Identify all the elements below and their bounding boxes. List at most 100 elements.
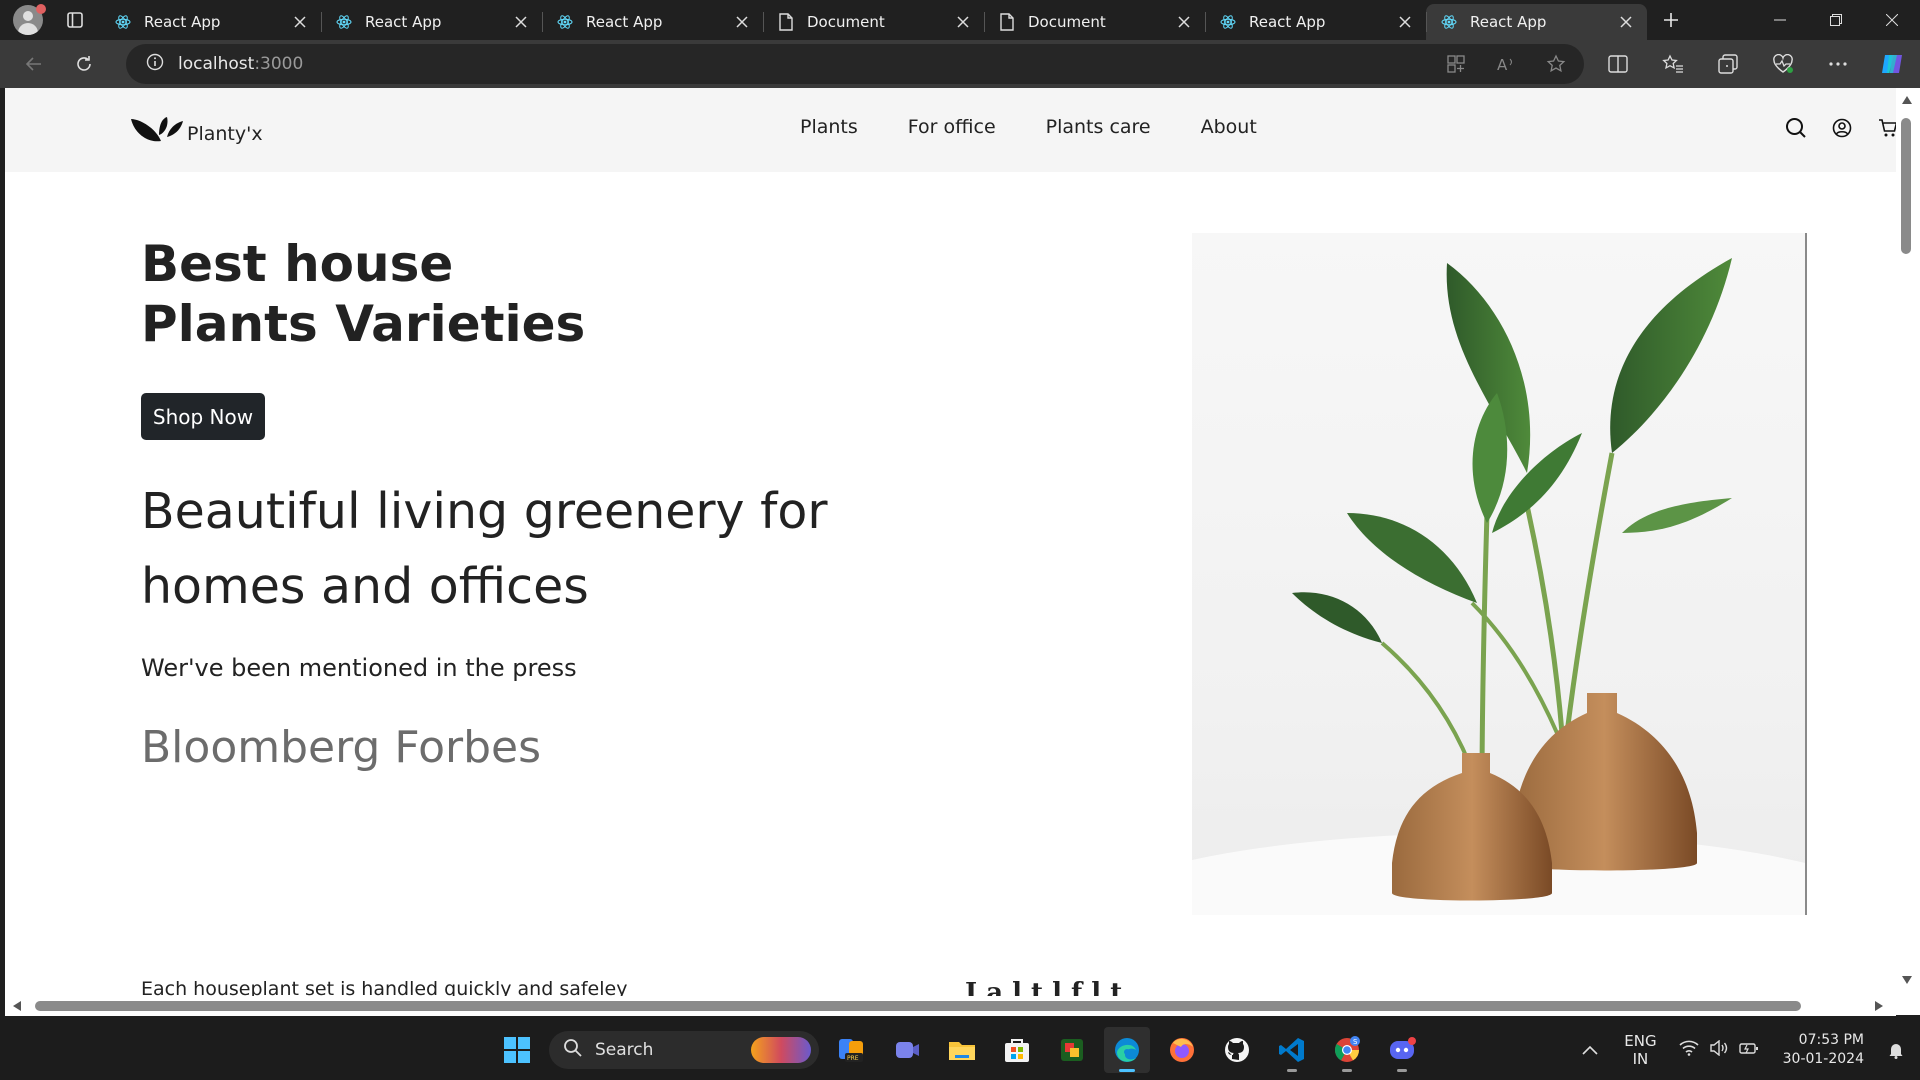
close-window-button[interactable]	[1864, 0, 1920, 40]
header-icons	[1784, 116, 1900, 140]
close-tab-icon[interactable]	[1396, 13, 1414, 31]
account-icon[interactable]	[1830, 116, 1854, 140]
shop-now-button[interactable]: Shop Now	[141, 393, 265, 440]
taskbar-search[interactable]: Search	[549, 1031, 819, 1069]
wifi-icon	[1679, 1040, 1699, 1060]
minimize-button[interactable]	[1752, 0, 1808, 40]
site-header: Planty'x Plants For office Plants care A…	[5, 88, 1900, 172]
browser-tab[interactable]: React App	[1426, 4, 1647, 40]
search-icon	[563, 1038, 583, 1062]
notification-bell-icon[interactable]	[1878, 1041, 1914, 1059]
close-tab-icon[interactable]	[733, 13, 751, 31]
press-names: Bloomberg Forbes	[141, 722, 542, 773]
url-text[interactable]: localhost:3000	[178, 54, 303, 74]
nav-link-plants[interactable]: Plants	[800, 116, 858, 138]
browser-tab[interactable]: React App	[100, 4, 321, 40]
favorites-icon[interactable]	[1645, 40, 1700, 88]
search-highlight-art	[751, 1037, 811, 1063]
tab-title: React App	[1249, 13, 1326, 31]
camtasia-icon[interactable]	[1049, 1027, 1095, 1073]
browser-essentials-icon[interactable]	[1755, 40, 1810, 88]
close-tab-icon[interactable]	[1617, 13, 1635, 31]
language-indicator[interactable]: ENG IN	[1624, 1032, 1656, 1068]
copilot-icon[interactable]	[1865, 40, 1920, 88]
language-code: ENG	[1624, 1032, 1657, 1050]
browser-tab[interactable]: Document	[984, 4, 1205, 40]
tab-strip: React App React App React App Document Docum…	[100, 0, 1647, 40]
main-nav: Plants For office Plants care About	[800, 116, 1257, 138]
split-screen-icon[interactable]	[1590, 40, 1645, 88]
tab-title: React App	[586, 13, 663, 31]
app-available-icon[interactable]	[1438, 46, 1474, 82]
hero-title-line2: Plants Varieties	[141, 295, 586, 353]
back-button[interactable]	[14, 44, 54, 84]
refresh-button[interactable]	[64, 44, 104, 84]
collections-icon[interactable]	[1700, 40, 1755, 88]
nav-link-plants-care[interactable]: Plants care	[1046, 116, 1151, 138]
hero-title: Best house Plants Varieties	[141, 234, 585, 354]
document-icon	[998, 13, 1016, 31]
react-icon	[1219, 13, 1237, 31]
windows-taskbar: Search PRE S ENG IN 07:53 PM 30-01-2024	[0, 1020, 1920, 1080]
browser-tab[interactable]: React App	[1205, 4, 1426, 40]
edge-icon[interactable]	[1104, 1027, 1150, 1073]
browser-toolbar: localhost:3000 A	[0, 40, 1920, 88]
new-tab-button[interactable]	[1653, 2, 1689, 38]
search-icon[interactable]	[1784, 116, 1808, 140]
volume-icon	[1709, 1039, 1729, 1060]
react-icon	[1440, 13, 1458, 31]
battery-icon	[1738, 1040, 1759, 1060]
chevron-up-icon[interactable]	[1570, 1030, 1610, 1070]
brand-name: Planty'x	[187, 123, 263, 145]
address-bar[interactable]: localhost:3000 A	[126, 44, 1584, 84]
status-icons[interactable]	[1679, 1039, 1759, 1060]
hero-tagline: Beautiful living greenery for homes and …	[141, 483, 828, 615]
favorite-star-icon[interactable]	[1538, 46, 1574, 82]
chrome-icon[interactable]: S	[1324, 1027, 1370, 1073]
running-indicator	[1342, 1069, 1352, 1072]
press-mention-text: Wer've been mentioned in the press	[141, 654, 577, 682]
tab-actions-icon[interactable]	[60, 5, 90, 35]
window-controls	[1752, 0, 1920, 40]
copilot-icon[interactable]: PRE	[829, 1027, 875, 1073]
vertical-scrollbar[interactable]	[1896, 88, 1920, 1015]
running-indicator	[1397, 1069, 1407, 1072]
close-tab-icon[interactable]	[512, 13, 530, 31]
browser-tab[interactable]: React App	[542, 4, 763, 40]
horizontal-scroll-thumb[interactable]	[35, 1001, 1801, 1011]
clock[interactable]: 07:53 PM 30-01-2024	[1783, 1031, 1864, 1069]
file-explorer-icon[interactable]	[939, 1027, 985, 1073]
browser-tab[interactable]: React App	[321, 4, 542, 40]
nav-link-for-office[interactable]: For office	[908, 116, 996, 138]
firefox-icon[interactable]	[1159, 1027, 1205, 1073]
store-icon[interactable]	[994, 1027, 1040, 1073]
site-info-icon[interactable]	[146, 53, 164, 75]
running-indicator	[1287, 1069, 1297, 1072]
github-icon[interactable]	[1214, 1027, 1260, 1073]
horizontal-scrollbar[interactable]	[5, 996, 1896, 1016]
close-tab-icon[interactable]	[291, 13, 309, 31]
vscode-icon[interactable]	[1269, 1027, 1315, 1073]
more-menu-icon[interactable]	[1810, 40, 1865, 88]
start-button[interactable]	[494, 1027, 540, 1073]
discord-icon[interactable]	[1379, 1027, 1425, 1073]
read-aloud-icon[interactable]: A	[1488, 46, 1524, 82]
svg-text:S: S	[1353, 1038, 1358, 1046]
browser-tab-bar: React App React App React App Document Docum…	[0, 0, 1920, 40]
restore-button[interactable]	[1808, 0, 1864, 40]
close-tab-icon[interactable]	[1175, 13, 1193, 31]
clock-date: 30-01-2024	[1782, 1051, 1864, 1067]
tab-title: Document	[1028, 13, 1106, 31]
teams-icon[interactable]	[884, 1027, 930, 1073]
taskbar-apps: Search PRE S	[494, 1027, 1434, 1073]
toolbar-actions	[1590, 40, 1920, 88]
running-indicator	[1119, 1069, 1135, 1072]
close-tab-icon[interactable]	[954, 13, 972, 31]
hero-plant-image	[1192, 233, 1807, 915]
tab-title: React App	[144, 13, 221, 31]
site-logo[interactable]: Planty'x	[129, 113, 263, 149]
tab-title: React App	[1470, 13, 1547, 31]
vertical-scroll-thumb[interactable]	[1901, 118, 1911, 254]
nav-link-about[interactable]: About	[1201, 116, 1257, 138]
browser-tab[interactable]: Document	[763, 4, 984, 40]
